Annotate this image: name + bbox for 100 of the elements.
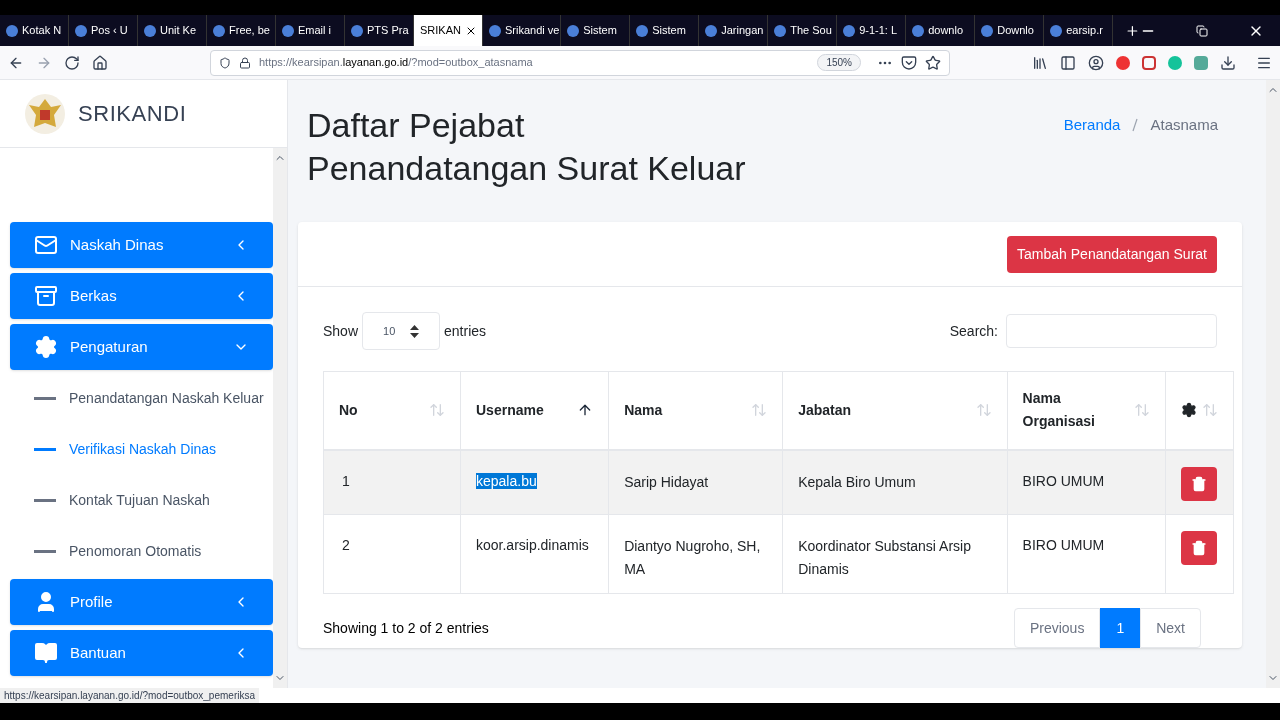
breadcrumb-link[interactable]: Beranda: [1063, 114, 1121, 137]
library-icon[interactable]: [1032, 54, 1048, 71]
extension-icon[interactable]: [1194, 55, 1208, 70]
tab-title: Kotak N: [22, 23, 62, 39]
browser-tab[interactable]: SRIKAN: [414, 15, 483, 46]
extension-icon[interactable]: [1116, 55, 1130, 70]
submenu-label: Penomoran Otomatis: [69, 541, 202, 561]
pagination-button[interactable]: 1: [1100, 608, 1141, 648]
dash-icon: [34, 498, 56, 502]
table-cell: Koordinator Substansi Arsip Dinamis: [782, 514, 1008, 594]
nav-label: Berkas: [70, 285, 118, 306]
brand-name: SRIKANDI: [78, 100, 187, 128]
tab-title: The Sou: [790, 23, 832, 39]
trash-icon: [1191, 540, 1208, 556]
dash-icon: [34, 549, 56, 553]
table-cell: koor.arsip.dinamis: [476, 537, 589, 553]
site-icon: [567, 24, 580, 37]
site-icon: [1050, 24, 1063, 37]
settings-icon: [1181, 402, 1198, 419]
site-icon: [636, 24, 649, 37]
tab-title: Downlo: [997, 23, 1034, 39]
tab-title: PTS Pra: [367, 23, 409, 39]
star-icon[interactable]: [925, 54, 941, 71]
dash-icon: [34, 396, 56, 400]
zoom-badge[interactable]: 150%: [817, 54, 861, 71]
submenu-item[interactable]: Kontak Tujuan Naskah: [10, 477, 273, 523]
column-header[interactable]: Nama: [608, 371, 783, 450]
search-field[interactable]: [1006, 314, 1217, 348]
tab-title: Pos ‹ U: [91, 23, 128, 39]
submenu-item[interactable]: Verifikasi Naskah Dinas: [10, 426, 273, 472]
restore-icon[interactable]: [1196, 24, 1208, 37]
shield-icon: [219, 56, 231, 69]
url-text: https://kearsipan.layanan.go.id/?mod=outbox_atasnama: [259, 55, 534, 71]
pagination-button[interactable]: Next: [1140, 608, 1201, 648]
site-icon: [282, 24, 294, 37]
tab-title: Sistem: [652, 23, 686, 39]
nav-item[interactable]: Berkas: [10, 273, 273, 319]
book-icon: [34, 641, 58, 665]
reload-icon[interactable]: [64, 54, 80, 71]
entries-select[interactable]: 10: [362, 312, 441, 350]
site-icon: [705, 24, 718, 37]
tab-title: Srikandi ve: [505, 23, 560, 39]
site-icon: [774, 24, 787, 37]
delete-button[interactable]: [1181, 531, 1218, 565]
site-icon: [351, 24, 363, 37]
show-label: Show: [323, 321, 359, 341]
page-title: Daftar Pejabat Penandatangan Surat Keluar: [307, 105, 746, 189]
search-label: Search:: [949, 321, 998, 341]
column-header[interactable]: Nama Organisasi: [1007, 371, 1166, 450]
tab-title: Jaringan: [721, 23, 764, 39]
table-cell: Sarip Hidayat: [608, 449, 783, 515]
lock-icon: [239, 56, 251, 69]
breadcrumb-current: Atasnama: [1150, 115, 1218, 135]
nav-label: Pengaturan: [70, 336, 149, 357]
mail-icon: [34, 233, 58, 257]
site-icon: [981, 24, 994, 37]
add-signer-button[interactable]: Tambah Penandatangan Surat: [1007, 235, 1217, 273]
nav-label: Naskah Dinas: [70, 234, 165, 255]
nav-item[interactable]: Pengaturan: [10, 324, 273, 370]
extension-icon[interactable]: [1142, 55, 1156, 70]
home-icon[interactable]: [92, 54, 108, 71]
table-cell: BIRO UMUM: [1007, 449, 1166, 515]
table-cell: 2: [323, 514, 461, 594]
dash-icon: [34, 447, 56, 451]
nav-item[interactable]: Profile: [10, 579, 273, 625]
settings-icon: [34, 335, 58, 359]
nav-label: Profile: [70, 591, 114, 612]
account-icon[interactable]: [1088, 54, 1104, 71]
sidebar-icon[interactable]: [1060, 54, 1076, 71]
column-header[interactable]: Username: [460, 371, 609, 450]
submenu-item[interactable]: Penomoran Otomatis: [10, 528, 273, 574]
submenu-item[interactable]: Penandatangan Naskah Keluar: [10, 375, 273, 421]
delete-button[interactable]: [1181, 466, 1218, 501]
tab-title: Sistem: [583, 23, 617, 39]
nav-item[interactable]: Bantuan: [10, 630, 273, 676]
pagination-button[interactable]: Previous: [1013, 608, 1101, 648]
table-cell: BIRO UMUM: [1007, 514, 1166, 594]
table-cell: Diantyo Nugroho, SH, MA: [608, 514, 783, 594]
nav-item[interactable]: Naskah Dinas: [10, 222, 273, 268]
archive-box-icon: [34, 284, 58, 308]
tab-title: Free, be: [229, 23, 270, 39]
status-url: https://kearsipan.layanan.go.id/?mod=outbox_pemeriksa: [0, 688, 259, 703]
address-bar[interactable]: https://kearsipan.layanan.go.id/?mod=outbox_atasnama 150%: [210, 49, 950, 76]
submenu-label: Kontak Tujuan Naskah: [69, 490, 210, 510]
table-row[interactable]: 2 koor.arsip.dinamis Diantyo Nugroho, SH, MA Koordinator Substansi Arsip Dinamis BIRO UMUM: [323, 514, 1234, 594]
pocket-icon[interactable]: [901, 54, 917, 71]
table-cell: 1: [323, 449, 461, 515]
nav-label: Bantuan: [70, 642, 127, 663]
tab-title: downlo: [928, 23, 964, 39]
download-icon[interactable]: [1220, 54, 1236, 71]
tab-title: 9-1-1: L: [859, 23, 898, 39]
column-header[interactable]: No: [323, 371, 461, 450]
sort-icon: [1134, 402, 1151, 419]
table-cell: kepala.bu: [476, 472, 537, 489]
site-icon: [843, 24, 856, 37]
table-cell: Kepala Biro Umum: [782, 449, 1008, 515]
tab-title: earsip.r: [1066, 23, 1103, 39]
column-header[interactable]: Jabatan: [782, 371, 1008, 450]
updown-caret-icon: [410, 324, 420, 338]
table-row[interactable]: 1 kepala.bu Sarip Hidayat Kepala Biro Umum BIRO UMUM: [323, 449, 1234, 515]
